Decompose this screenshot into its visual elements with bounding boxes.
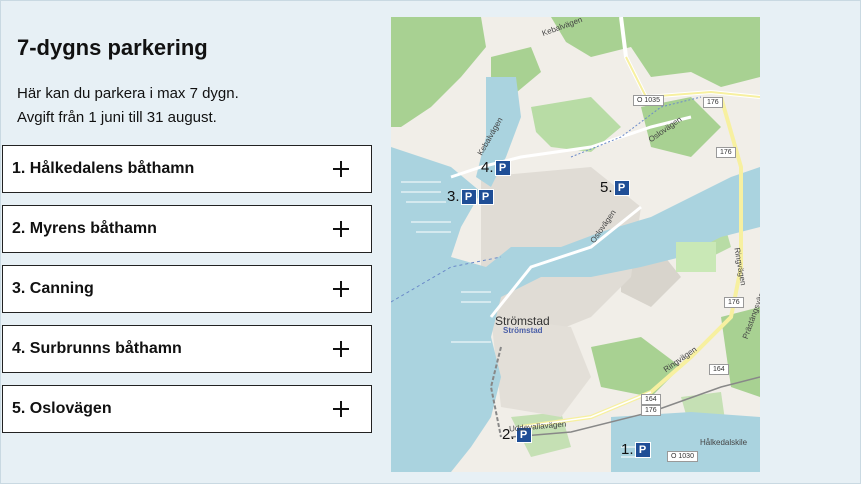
parking-icon: P <box>613 179 630 196</box>
road-shield: 176 <box>641 405 661 416</box>
marker-number: 1. <box>621 441 634 458</box>
road-shield: 176 <box>703 97 723 108</box>
parking-icon: P <box>494 159 511 176</box>
accordion-item-label: 1. Hålkedalens båthamn <box>12 160 195 177</box>
road-shield: 176 <box>716 147 736 158</box>
road-shield: O 1035 <box>633 95 664 106</box>
road-shield: O 1030 <box>667 451 698 462</box>
parking-icon: P <box>634 441 651 458</box>
marker-number: 3. <box>447 188 460 205</box>
map-marker-1[interactable]: 1. P <box>621 441 651 458</box>
description-line: Här kan du parkera i max 7 dygn. <box>17 85 239 102</box>
plus-icon[interactable] <box>333 281 349 297</box>
map-city-sublabel: Strömstad <box>503 326 543 335</box>
plus-icon[interactable] <box>333 221 349 237</box>
accordion-item-myrens-bathamn[interactable]: 2. Myrens båthamn <box>2 205 372 253</box>
parking-map[interactable]: 1. P 2. P 3. P P 4. P 5. P Strömstad Str… <box>391 17 760 472</box>
accordion-item-label: 5. Oslovägen <box>12 400 112 417</box>
road-shield: 176 <box>724 297 744 308</box>
marker-number: 4. <box>481 159 494 176</box>
map-marker-5[interactable]: 5. P <box>600 179 630 196</box>
plus-icon[interactable] <box>333 341 349 357</box>
map-marker-4[interactable]: 4. P <box>481 159 511 176</box>
marker-number: 5. <box>600 179 613 196</box>
accordion-item-label: 3. Canning <box>12 280 94 297</box>
parking-icon: P <box>477 188 494 205</box>
parking-icon: P <box>460 188 477 205</box>
page-description: Här kan du parkera i max 7 dygn. Avgift … <box>17 82 239 130</box>
accordion-item-label: 4. Surbrunns båthamn <box>12 340 182 357</box>
accordion-item-surbrunns-bathamn[interactable]: 4. Surbrunns båthamn <box>2 325 372 373</box>
road-shield: 164 <box>709 364 729 375</box>
description-line: Avgift från 1 juni till 31 august. <box>17 109 217 126</box>
plus-icon[interactable] <box>333 401 349 417</box>
plus-icon[interactable] <box>333 161 349 177</box>
accordion-item-label: 2. Myrens båthamn <box>12 220 157 237</box>
page-title: 7-dygns parkering <box>17 35 208 60</box>
map-graphic <box>391 17 760 472</box>
accordion-item-canning[interactable]: 3. Canning <box>2 265 372 313</box>
accordion-item-halkedalens-bathamn[interactable]: 1. Hålkedalens båthamn <box>2 145 372 193</box>
parking-accordion: 1. Hålkedalens båthamn 2. Myrens båthamn… <box>2 145 372 445</box>
map-marker-3[interactable]: 3. P P <box>447 188 494 205</box>
road-shield: 164 <box>641 394 661 405</box>
accordion-item-oslovagen[interactable]: 5. Oslovägen <box>2 385 372 433</box>
map-area-label: Hålkedalskile <box>700 438 748 447</box>
